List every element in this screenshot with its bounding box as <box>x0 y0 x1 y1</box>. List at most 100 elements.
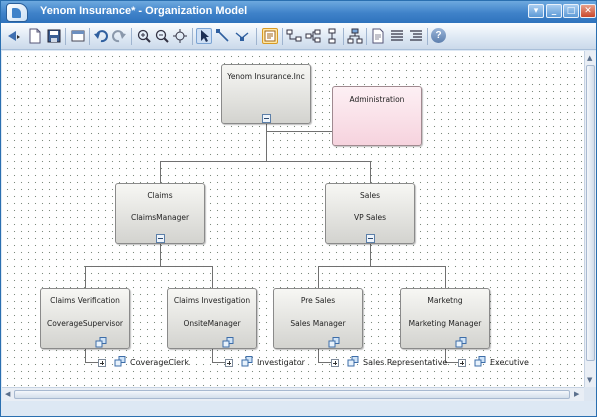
redo-icon[interactable] <box>111 28 127 44</box>
tree-layout-icon[interactable] <box>286 28 302 44</box>
node-manager: ClaimsManager <box>130 213 190 222</box>
connector <box>85 362 99 363</box>
app-logo-icon <box>6 3 28 22</box>
node-title: Yenom Insurance.Inc <box>227 72 305 81</box>
people-icon[interactable] <box>222 337 234 348</box>
collapse-icon[interactable] <box>366 234 375 243</box>
minimize-button[interactable]: _ <box>546 4 562 18</box>
vertical-scroll-thumb[interactable] <box>586 65 595 361</box>
org-node-unit[interactable]: Claims Verification CoverageSupervisor <box>40 288 130 349</box>
org-layout-icon[interactable] <box>347 28 363 44</box>
connector <box>318 349 319 363</box>
connector <box>212 362 226 363</box>
role-label[interactable]: Sales Representative <box>363 358 447 367</box>
connector <box>160 244 161 266</box>
title-bar[interactable]: Yenom Insurance* - Organization Model ▾ … <box>1 1 596 23</box>
diagram-canvas[interactable]: Yenom Insurance.Inc Administration Claim… <box>2 51 584 387</box>
scroll-right-button[interactable]: ▶ <box>574 390 579 398</box>
zoom-out-icon[interactable] <box>154 28 170 44</box>
connector <box>266 131 332 132</box>
window-title: Yenom Insurance* - Organization Model <box>40 5 248 17</box>
connector <box>318 266 319 288</box>
node-title: Sales <box>360 191 380 200</box>
connector <box>160 161 370 162</box>
role-icon <box>347 356 359 367</box>
connector <box>85 266 86 288</box>
role-icon <box>241 356 253 367</box>
connector <box>318 362 332 363</box>
connector-icon[interactable] <box>215 28 231 44</box>
org-node-unit[interactable]: Marketng Marketing Manager <box>400 288 490 349</box>
node-position: Marketing Manager <box>408 319 482 328</box>
role-label[interactable]: Executive <box>490 358 529 367</box>
people-icon[interactable] <box>328 337 340 348</box>
node-title: Pre Sales <box>300 296 336 305</box>
tree-layout-2-icon[interactable] <box>305 28 321 44</box>
zoom-in-icon[interactable] <box>136 28 152 44</box>
node-manager: VP Sales <box>354 213 386 222</box>
pointer-icon[interactable] <box>196 28 212 44</box>
org-node-unit[interactable]: Pre Sales Sales Manager <box>273 288 363 349</box>
navigate-icon[interactable] <box>5 28 21 44</box>
vertical-scrollbar[interactable]: ▲ ▼ <box>584 51 596 387</box>
people-icon[interactable] <box>455 337 467 348</box>
connector <box>85 349 86 363</box>
status-bar <box>1 402 596 416</box>
collapse-icon[interactable] <box>156 234 165 243</box>
node-position: OnsiteManager <box>183 319 241 328</box>
org-node-administration[interactable]: Administration <box>332 86 422 146</box>
collapse-icon[interactable] <box>262 114 271 123</box>
maximize-button[interactable]: □ <box>563 4 579 18</box>
list-2-icon[interactable] <box>408 28 424 44</box>
node-title: Claims Verification <box>50 296 120 305</box>
role-label[interactable]: CoverageClerk <box>130 358 189 367</box>
connector <box>85 266 213 267</box>
connector <box>212 266 213 288</box>
properties-icon[interactable] <box>262 28 278 44</box>
people-icon[interactable] <box>95 337 107 348</box>
horizontal-scrollbar[interactable]: ◀ ▶ <box>2 387 584 401</box>
scroll-left-button[interactable]: ◀ <box>5 390 10 398</box>
node-title: Marketng <box>427 296 463 305</box>
tree-layout-3-icon[interactable] <box>324 28 340 44</box>
expand-icon[interactable] <box>98 359 106 367</box>
org-node-sales[interactable]: Sales VP Sales <box>325 183 415 244</box>
expand-icon[interactable] <box>331 359 339 367</box>
role-icon <box>114 356 126 367</box>
help-icon[interactable]: ? <box>431 28 447 44</box>
node-position: CoverageSupervisor <box>46 319 123 328</box>
list-icon[interactable] <box>389 28 405 44</box>
connector <box>212 349 213 363</box>
node-title: Claims <box>147 191 173 200</box>
close-button[interactable]: ✕ <box>580 4 596 18</box>
toolbar: ? <box>1 23 596 50</box>
org-node-unit[interactable]: Claims Investigation OnsiteManager <box>167 288 257 349</box>
org-node-claims[interactable]: Claims ClaimsManager <box>115 183 205 244</box>
new-icon[interactable] <box>27 28 43 44</box>
fit-icon[interactable] <box>172 28 188 44</box>
connector <box>318 266 446 267</box>
layout-icon[interactable] <box>70 28 86 44</box>
scroll-up-button[interactable]: ▲ <box>587 54 592 62</box>
connector <box>445 266 446 288</box>
org-node-root[interactable]: Yenom Insurance.Inc <box>221 64 311 124</box>
undo-icon[interactable] <box>93 28 109 44</box>
connector <box>370 244 371 266</box>
window-menu-button[interactable]: ▾ <box>528 4 544 18</box>
node-position: Sales Manager <box>290 319 346 328</box>
document-icon[interactable] <box>370 28 386 44</box>
connector <box>370 161 371 183</box>
node-title: Claims Investigation <box>173 296 251 305</box>
expand-icon[interactable] <box>225 359 233 367</box>
role-label[interactable]: Investigator <box>257 358 305 367</box>
horizontal-scroll-thumb[interactable] <box>14 390 570 399</box>
connector <box>266 124 267 161</box>
expand-icon[interactable] <box>458 359 466 367</box>
app-window: Yenom Insurance* - Organization Model ▾ … <box>0 0 597 417</box>
role-icon <box>474 356 486 367</box>
scroll-corner <box>584 387 596 401</box>
node-title: Administration <box>349 95 405 104</box>
scroll-down-button[interactable]: ▼ <box>587 376 592 384</box>
connector-multi-icon[interactable] <box>234 28 250 44</box>
save-icon[interactable] <box>46 28 62 44</box>
